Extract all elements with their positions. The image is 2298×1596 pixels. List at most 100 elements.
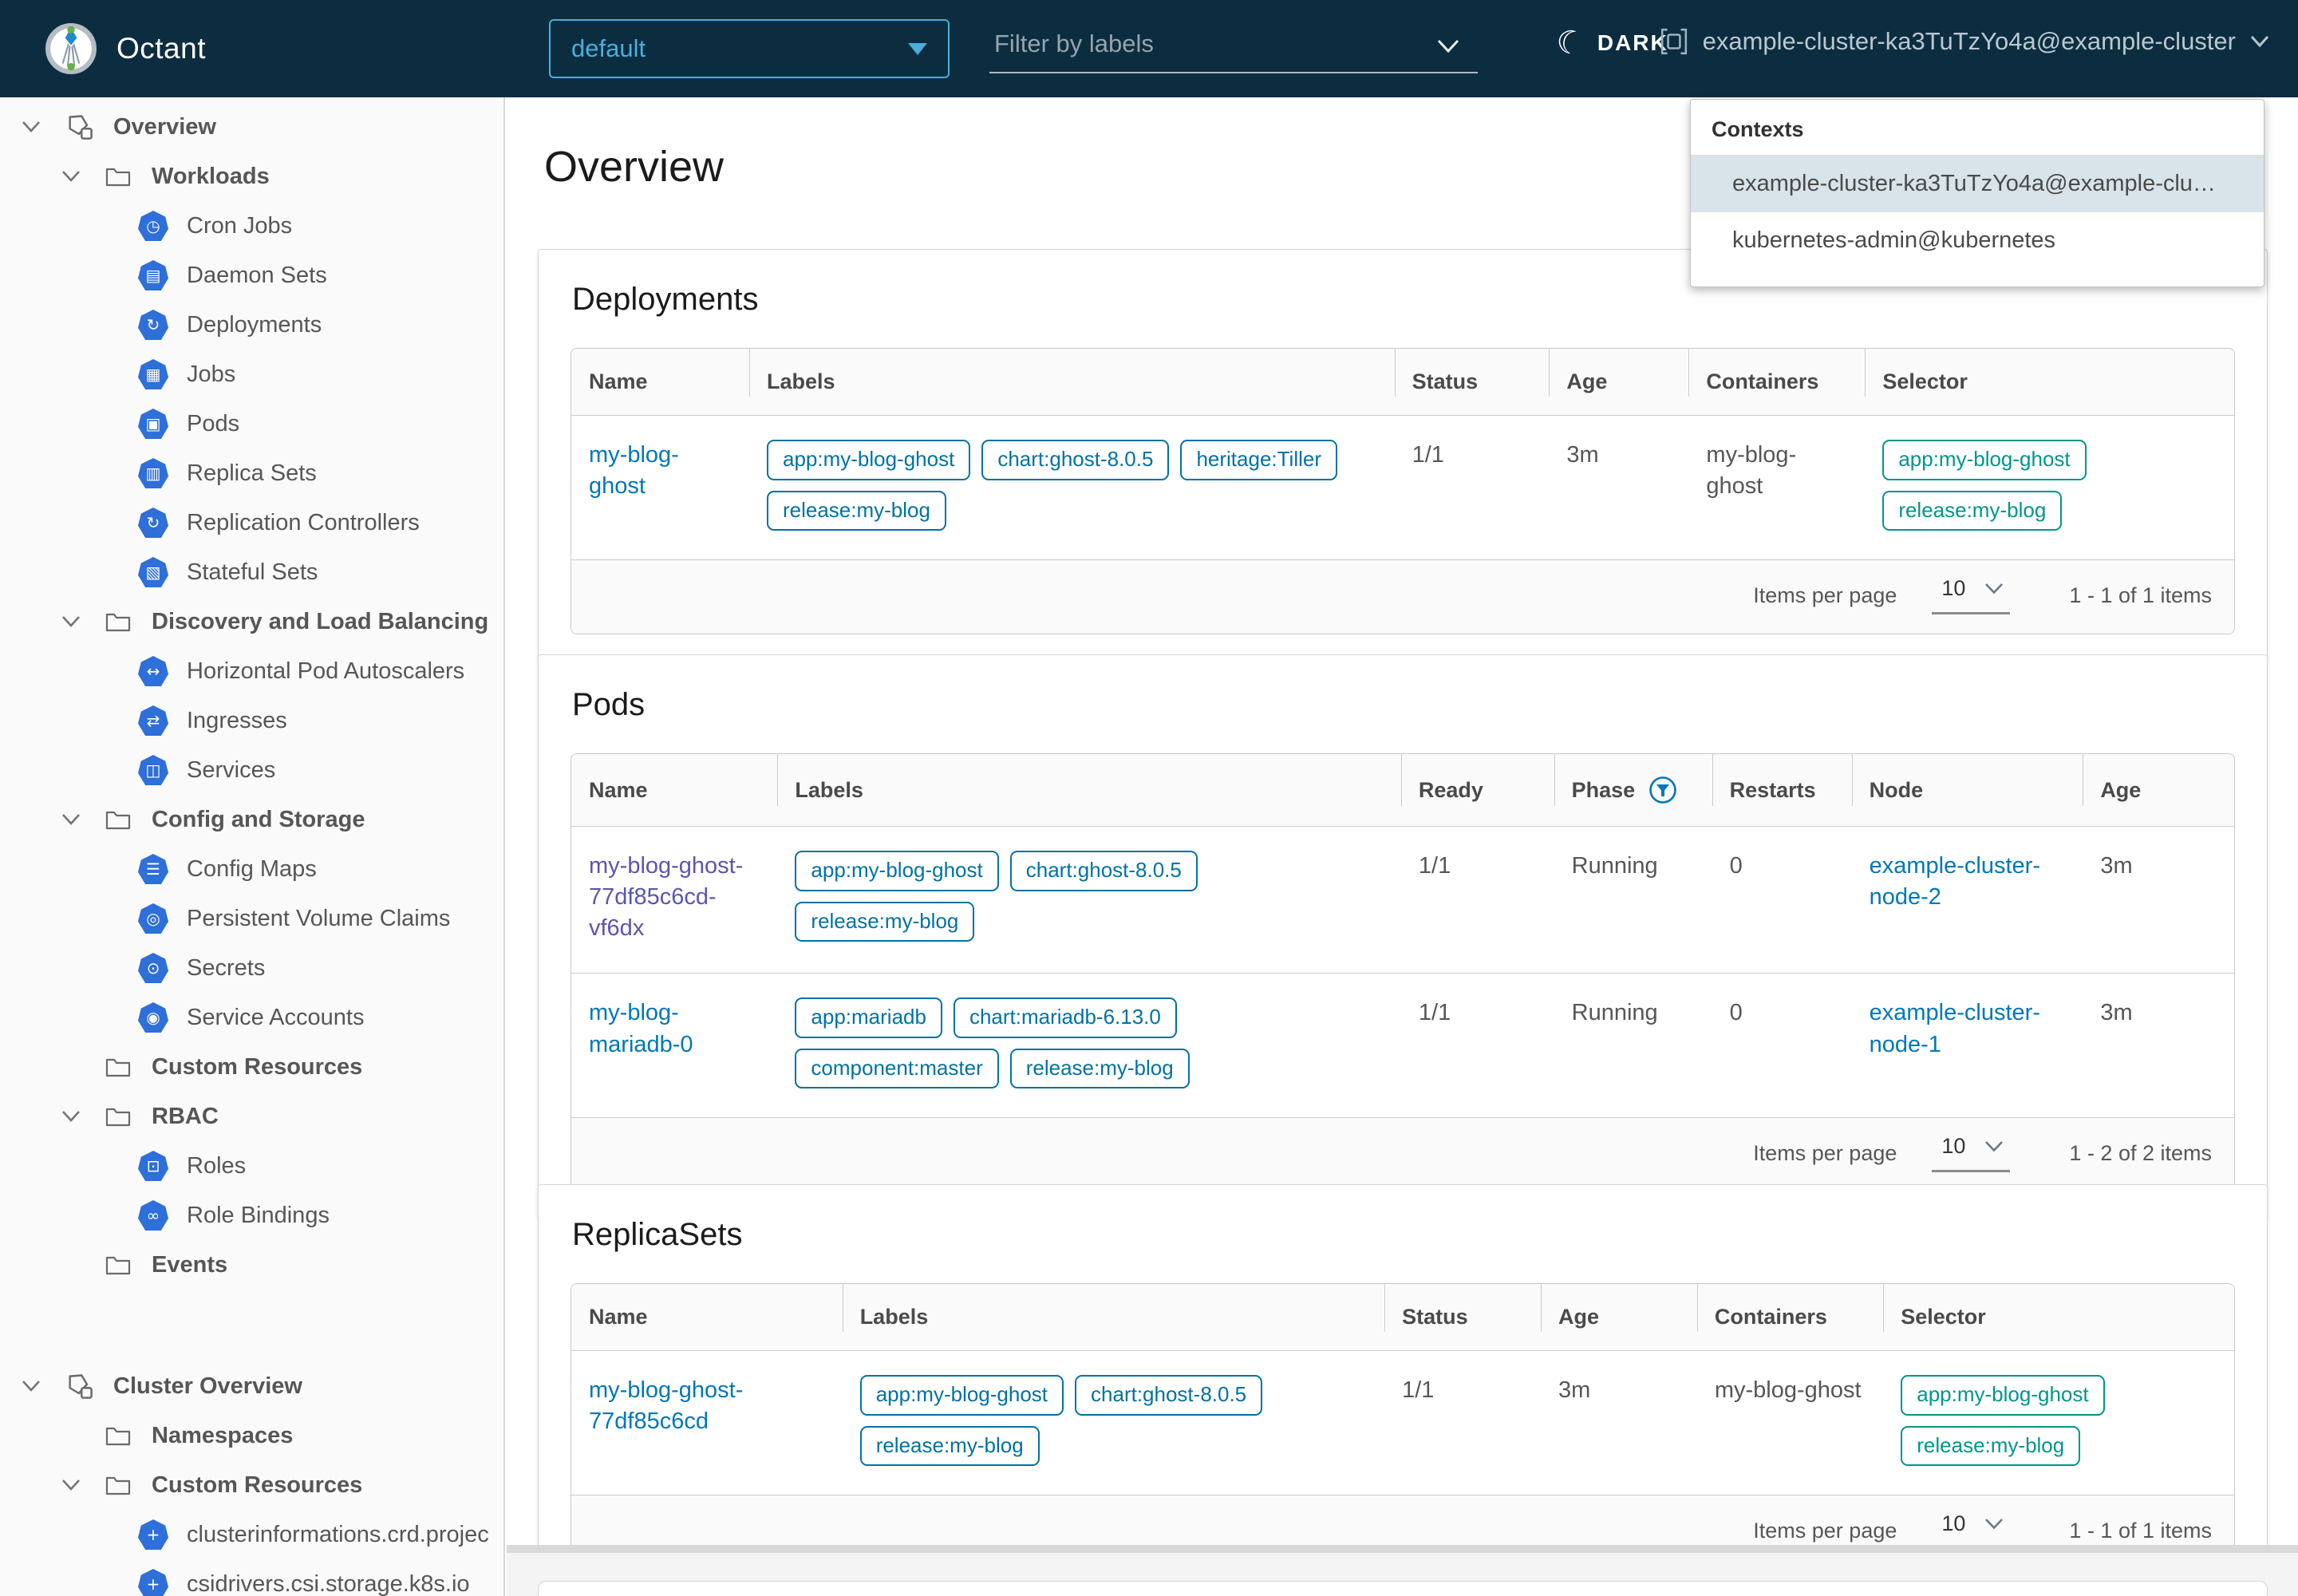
sidebar-item-label: clusterinformations.crd.projec <box>187 1522 489 1548</box>
sidebar-item-persistent-volume-claims[interactable]: ◎Persistent Volume Claims <box>0 894 503 943</box>
sidebar-item-replication-controllers[interactable]: ↻Replication Controllers <box>0 498 503 547</box>
table-footer: Items per page 10 1 - 2 of 2 items <box>571 1117 2234 1191</box>
label-badge: app:mariadb <box>795 998 942 1038</box>
sidebar-item-role-bindings[interactable]: ∞Role Bindings <box>0 1191 503 1240</box>
chevron-down-icon[interactable] <box>19 120 43 134</box>
items-per-page-select[interactable]: 10 <box>1932 1134 2010 1172</box>
items-per-page-chevron-icon <box>1984 583 2004 595</box>
chevron-down-icon[interactable] <box>59 1109 83 1124</box>
cell-name: my-blog-ghost-77df85c6cd <box>571 1351 843 1495</box>
chevron-down-icon[interactable] <box>59 169 83 184</box>
sidebar-item-roles[interactable]: ⊡Roles <box>0 1141 503 1191</box>
dark-theme-toggle[interactable]: ☾ DARK <box>1556 27 1668 59</box>
cell-age: 3m <box>1541 1351 1697 1495</box>
items-per-page-chevron-icon <box>1984 1140 2004 1153</box>
cell-name: my-blog-mariadb-0 <box>571 973 777 1117</box>
column-header-restarts: Restarts <box>1712 754 1852 827</box>
chevron-down-icon[interactable] <box>59 614 83 629</box>
sidebar-item-replica-sets[interactable]: ▥Replica Sets <box>0 448 503 498</box>
sidebar-item-events[interactable]: Events <box>0 1240 503 1290</box>
resource-link[interactable]: my-blog-ghost-77df85c6cd-vf6dx <box>589 853 743 941</box>
items-per-page-value: 10 <box>1941 576 1965 601</box>
sidebar-item-config-maps[interactable]: ☰Config Maps <box>0 844 503 894</box>
chevron-down-icon[interactable] <box>59 1478 83 1492</box>
jobs-icon: ▦ <box>137 359 169 389</box>
sidebar-item-label: Jobs <box>187 361 235 388</box>
sidebar-item-custom-resources[interactable]: Custom Resources <box>0 1042 503 1092</box>
context-menu-item[interactable]: example-cluster-ka3TuTzYo4a@example-clu… <box>1691 156 2264 212</box>
phase-filter-icon[interactable] <box>1648 775 1678 805</box>
items-per-page-value: 10 <box>1941 1134 1965 1159</box>
sidebar-item-workloads[interactable]: Workloads <box>0 152 503 201</box>
label-badge: chart:ghost-8.0.5 <box>1075 1375 1262 1416</box>
chevron-down-icon[interactable] <box>19 1379 43 1393</box>
secrets-icon: ⊙ <box>137 953 169 983</box>
table-row: my-blog-mariadb-0app:mariadbchart:mariad… <box>571 973 2234 1117</box>
sidebar-item-discovery-and-load-balancing[interactable]: Discovery and Load Balancing <box>0 597 503 646</box>
sidebar-item-cluster-overview[interactable]: Cluster Overview <box>0 1361 503 1411</box>
sidebar-item-clusterinformations-crd-projec[interactable]: +clusterinformations.crd.projec <box>0 1510 503 1559</box>
sidebar-item-rbac[interactable]: RBAC <box>0 1092 503 1141</box>
items-per-page-select[interactable]: 10 <box>1932 576 2010 614</box>
resource-link[interactable]: my-blog-mariadb-0 <box>589 1000 693 1057</box>
label-badge: heritage:Tiller <box>1180 440 1337 480</box>
theme-toggle-label: DARK <box>1597 30 1668 56</box>
filter-by-labels-input[interactable] <box>989 24 1478 73</box>
resource-link[interactable]: my-blog-ghost <box>589 442 679 499</box>
cell-selector: app:my-blog-ghostrelease:my-blog <box>1865 416 2234 559</box>
sidebar-item-horizontal-pod-autoscalers[interactable]: ↔Horizontal Pod Autoscalers <box>0 646 503 696</box>
replica-sets-icon: ▥ <box>137 458 169 488</box>
sidebar-item-deployments[interactable]: ↻Deployments <box>0 300 503 350</box>
replicasets-table: NameLabelsStatusAgeContainersSelectormy-… <box>571 1284 2234 1569</box>
sidebar-item-label: Overview <box>113 114 216 140</box>
context-chooser[interactable]: example-cluster-ka3TuTzYo4a@example-clus… <box>1660 27 2269 56</box>
items-per-page-select[interactable]: 10 <box>1932 1511 2010 1550</box>
context-menu-item[interactable]: kubernetes-admin@kubernetes <box>1691 212 2264 269</box>
cell-name: my-blog-ghost <box>571 416 749 559</box>
sidebar-item-label: Custom Resources <box>152 1472 362 1499</box>
sidebar-item-cron-jobs[interactable]: ◷Cron Jobs <box>0 201 503 251</box>
contexts-menu-items: example-cluster-ka3TuTzYo4a@example-clu…… <box>1691 156 2264 269</box>
sidebar-item-label: csidrivers.csi.storage.k8s.io <box>187 1571 470 1596</box>
sidebar-item-services[interactable]: ◫Services <box>0 745 503 795</box>
sidebar-item-daemon-sets[interactable]: ▤Daemon Sets <box>0 251 503 300</box>
sidebar-item-secrets[interactable]: ⊙ Secrets <box>0 943 503 993</box>
sidebar-item-label: RBAC <box>152 1104 219 1130</box>
cron-jobs-icon: ◷ <box>137 211 169 241</box>
column-header-age: Age <box>2083 754 2234 827</box>
label-badge: release:my-blog <box>767 491 946 531</box>
discovery-and-load-balancing-icon <box>102 610 134 633</box>
cell-node: example-cluster-node-2 <box>1852 827 2083 973</box>
label-badge: app:my-blog-ghost <box>795 851 998 891</box>
cell-name: my-blog-ghost-77df85c6cd-vf6dx <box>571 827 777 973</box>
sidebar-item-stateful-sets[interactable]: ▧Stateful Sets <box>0 547 503 597</box>
column-header-labels: Labels <box>777 754 1401 827</box>
sidebar-item-overview[interactable]: Overview <box>0 102 503 152</box>
namespace-select[interactable]: default <box>549 19 950 78</box>
sidebar-item-label: Secrets <box>187 955 265 982</box>
sidebar-item-label: Services <box>187 757 275 784</box>
sidebar-item-label: Custom Resources <box>152 1054 362 1080</box>
pagination-range: 1 - 1 of 1 items <box>2069 1519 2212 1543</box>
filter-chevron-icon[interactable] <box>1436 38 1460 54</box>
selector-badge: app:my-blog-ghost <box>1901 1375 2104 1416</box>
label-badge: chart:ghost-8.0.5 <box>1010 851 1198 891</box>
namespace-select-value: default <box>571 34 646 63</box>
sidebar-item-namespaces[interactable]: Namespaces <box>0 1411 503 1460</box>
label-badge: release:my-blog <box>1010 1049 1190 1089</box>
pods-card: PodsNameLabelsReadyPhaseRestartsNodeAgem… <box>538 654 2268 1217</box>
sidebar-item-pods[interactable]: ▣Pods <box>0 399 503 448</box>
cell-age: 3m <box>2083 827 2234 973</box>
sidebar-item-jobs[interactable]: ▦ Jobs <box>0 350 503 399</box>
resource-link[interactable]: my-blog-ghost-77df85c6cd <box>589 1377 743 1434</box>
sidebar-item-csidrivers-csi-storage-k8s-io[interactable]: +csidrivers.csi.storage.k8s.io <box>0 1559 503 1596</box>
sidebar-item-service-accounts[interactable]: ◉Service Accounts <box>0 993 503 1042</box>
chevron-down-icon[interactable] <box>59 812 83 827</box>
sidebar-item-ingresses[interactable]: ⇄Ingresses <box>0 696 503 745</box>
pagination-range: 1 - 2 of 2 items <box>2069 1141 2212 1166</box>
resource-link[interactable]: example-cluster-node-2 <box>1870 853 2040 910</box>
sidebar-item-config-and-storage[interactable]: Config and Storage <box>0 795 503 844</box>
sidebar-item-custom-resources[interactable]: Custom Resources <box>0 1460 503 1510</box>
resource-link[interactable]: example-cluster-node-1 <box>1870 1000 2040 1057</box>
main-content: Overview DeploymentsNameLabelsStatusAgeC… <box>507 97 2298 1596</box>
